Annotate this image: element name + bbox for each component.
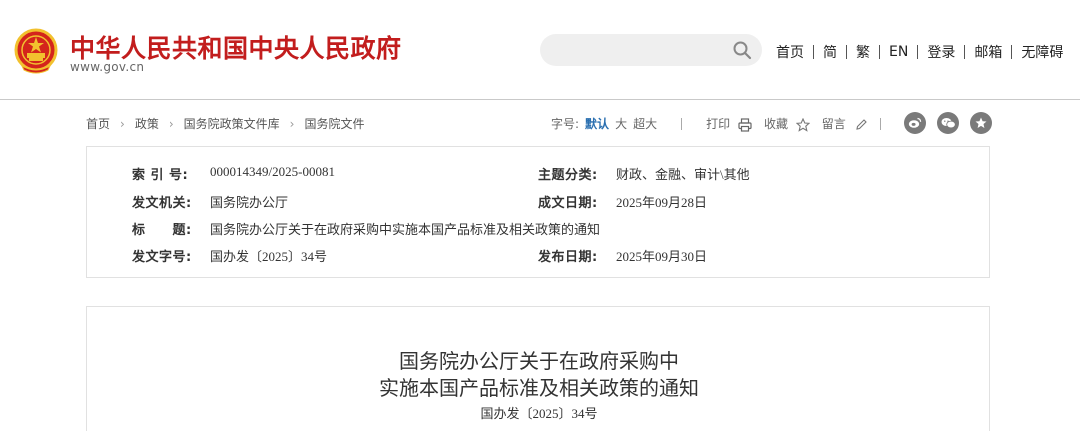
search-input[interactable] — [540, 34, 762, 66]
document-metadata: 索 引 号: 000014349/2025-00081 主题分类: 财政、金融、… — [86, 146, 990, 278]
breadcrumb-policy[interactable]: 政策 — [135, 115, 159, 132]
top-nav: 首页 简 繁 EN 登录 邮箱 无障碍 — [776, 42, 1063, 62]
search-icon[interactable] — [732, 40, 752, 60]
article-tools: 字号: 默认 大 超大 打印 收藏 留言 — [551, 115, 881, 132]
meta-label: 发布日期: — [538, 250, 598, 265]
nav-simplified[interactable]: 简 — [823, 42, 837, 62]
meta-category: 主题分类: 财政、金融、审计\其他 — [538, 164, 750, 183]
meta-value: 2025年09月28日 — [616, 195, 708, 210]
meta-label: 发文字号: — [132, 250, 192, 265]
nav-divider — [813, 45, 814, 59]
star-outline-icon — [795, 117, 810, 132]
tools-divider — [681, 117, 683, 130]
weibo-share-button[interactable] — [904, 112, 926, 134]
chevron-right-icon: › — [289, 116, 295, 131]
printer-icon — [738, 117, 752, 132]
comment-label: 留言 — [821, 117, 846, 131]
chevron-right-icon: › — [120, 116, 125, 131]
nav-mailbox[interactable]: 邮箱 — [974, 42, 1002, 62]
font-size-default[interactable]: 默认 — [585, 115, 609, 132]
meta-value: 国办发〔2025〕34号 — [210, 249, 328, 264]
article-body: 国务院办公厅关于在政府采购中 实施本国产品标准及相关政策的通知 国办发〔2025… — [86, 306, 990, 431]
wechat-icon — [941, 118, 956, 129]
meta-label: 索 引 号: — [132, 168, 189, 183]
article-title-line-1: 国务院办公厅关于在政府采购中 — [399, 349, 679, 373]
nav-home[interactable]: 首页 — [776, 42, 804, 62]
chevron-right-icon: › — [168, 116, 174, 131]
share-buttons — [904, 112, 992, 134]
nav-divider — [917, 45, 919, 59]
site-header: 中华人民共和国中央人民政府 www.gov.cn 首页 简 繁 EN 登录 邮箱… — [0, 0, 1080, 100]
font-size-large[interactable]: 大 — [615, 115, 627, 132]
article-doc-number: 国办发〔2025〕34号 — [480, 406, 598, 421]
site-url[interactable]: www.gov.cn — [70, 60, 144, 74]
meta-value: 000014349/2025-00081 — [210, 164, 335, 179]
nav-login[interactable]: 登录 — [927, 42, 955, 62]
comment-button[interactable]: 留言 — [822, 115, 868, 132]
nav-accessibility[interactable]: 无障碍 — [1021, 42, 1063, 62]
national-emblem-icon[interactable] — [14, 28, 58, 74]
breadcrumb: 首页 › 政策 › 国务院政策文件库 › 国务院文件 — [86, 115, 365, 132]
nav-divider — [879, 45, 880, 59]
meta-label: 发文机关: — [132, 196, 192, 211]
meta-value: 国务院办公厅 — [210, 195, 289, 210]
font-size-label: 字号: — [551, 117, 580, 131]
meta-label: 标 题: — [132, 223, 192, 238]
breadcrumb-policy-library[interactable]: 国务院政策文件库 — [184, 115, 280, 132]
breadcrumb-state-council-docs[interactable]: 国务院文件 — [304, 115, 364, 132]
print-label: 打印 — [706, 117, 731, 131]
pencil-icon — [855, 118, 867, 130]
star-icon — [975, 117, 987, 128]
weibo-icon — [908, 117, 922, 128]
article-title-line-2: 实施本国产品标准及相关政策的通知 — [379, 376, 699, 400]
meta-label: 成文日期: — [538, 196, 598, 211]
meta-label: 主题分类: — [538, 168, 598, 183]
favorite-button[interactable]: 收藏 — [764, 115, 810, 132]
meta-docno: 发文字号: 国办发〔2025〕34号 — [132, 246, 327, 265]
nav-divider — [1011, 45, 1013, 59]
tools-divider — [879, 117, 881, 130]
breadcrumb-home[interactable]: 首页 — [86, 115, 110, 132]
nav-divider — [964, 45, 966, 59]
meta-value: 2025年09月30日 — [616, 249, 708, 264]
meta-date-written: 成文日期: 2025年09月28日 — [538, 192, 707, 211]
favorite-label: 收藏 — [763, 117, 788, 131]
meta-title: 标 题: 国务院办公厅关于在政府采购中实施本国产品标准及相关政策的通知 — [132, 219, 600, 238]
meta-publish-date: 发布日期: 2025年09月30日 — [538, 246, 707, 265]
meta-value: 国务院办公厅关于在政府采购中实施本国产品标准及相关政策的通知 — [210, 222, 601, 237]
nav-divider — [846, 45, 847, 59]
favorite-share-button[interactable] — [970, 112, 992, 134]
nav-traditional[interactable]: 繁 — [856, 42, 870, 62]
meta-index: 索 引 号: 000014349/2025-00081 — [132, 164, 335, 183]
wechat-share-button[interactable] — [937, 112, 959, 134]
nav-english[interactable]: EN — [889, 44, 908, 60]
print-button[interactable]: 打印 — [706, 115, 752, 132]
meta-value: 财政、金融、审计\其他 — [616, 167, 750, 182]
font-size-xlarge[interactable]: 超大 — [633, 115, 657, 132]
meta-issuer: 发文机关: 国务院办公厅 — [132, 192, 288, 211]
